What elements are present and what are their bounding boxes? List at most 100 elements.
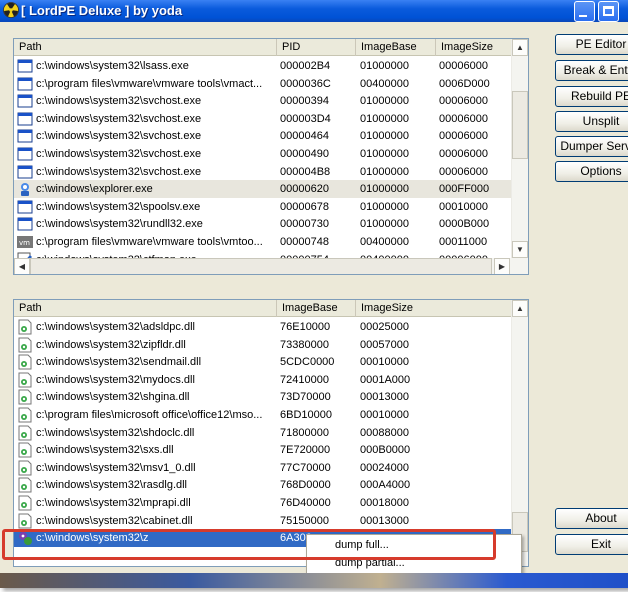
process-row[interactable]: c:\windows\system32\spoolsv.exe 00000678 0… xyxy=(14,198,511,216)
scroll-up-icon[interactable]: ▲ xyxy=(512,300,528,317)
module-row[interactable]: c:\windows\system32\sxs.dll 7E720000 000B0… xyxy=(14,441,511,459)
process-row[interactable]: c:\windows\system32\lsass.exe 000002B4 010… xyxy=(14,57,511,75)
dumper-server-button[interactable]: Dumper Server xyxy=(555,136,634,157)
cell-size: 00006000 xyxy=(439,148,488,160)
cell-base: 01000000 xyxy=(360,183,409,196)
dll-icon xyxy=(17,513,33,529)
cell-path: c:\windows\system32\msv1_0.dll xyxy=(36,461,196,474)
cell-base: 768D0000 xyxy=(280,479,331,492)
col-imagebase[interactable]: ImageBase xyxy=(356,39,436,56)
break-enter-button[interactable]: Break & Enter xyxy=(555,60,634,81)
cell-path: c:\windows\system32\svchost.exe xyxy=(36,112,202,125)
module-row[interactable]: c:\windows\system32\sendmail.dll 5CDC0000… xyxy=(14,353,511,371)
cell-base: 73380000 xyxy=(280,338,329,351)
cell-size: 00006000 xyxy=(439,130,488,143)
cell-size: 000FF000 xyxy=(439,183,490,196)
cell-path: c:\windows\system32\rundll32.exe xyxy=(36,218,203,231)
maximize-button[interactable] xyxy=(598,1,619,22)
col-path[interactable]: Path xyxy=(14,39,277,56)
cell-base: 7E720000 xyxy=(280,444,331,457)
cell-base: 72410000 xyxy=(280,373,329,386)
exe-window-icon xyxy=(17,93,33,109)
cell-pid: 00000748 xyxy=(280,236,329,248)
cell-size: 00006000 xyxy=(439,165,488,178)
cell-base: 76E10000 xyxy=(280,321,331,333)
rebuild-pe-button[interactable]: Rebuild PE xyxy=(555,86,634,107)
col-imagesize[interactable]: ImageSize xyxy=(436,39,512,56)
hscroll-thumb[interactable] xyxy=(30,258,492,274)
module-list-header: Path ImageBase ImageSize xyxy=(14,300,512,317)
module-row[interactable]: c:\windows\system32\msv1_0.dll 77C70000 00… xyxy=(14,459,511,477)
cell-base: 01000000 xyxy=(360,148,409,160)
module-row[interactable]: c:\windows\system32\adsldpc.dll 76E10000 0… xyxy=(14,318,511,336)
radiation-icon xyxy=(3,2,19,18)
process-row[interactable]: c:\windows\explorer.exe 00000620 01000000 0… xyxy=(14,180,511,199)
cell-path: c:\windows\system32\svchost.exe xyxy=(36,165,202,178)
process-row[interactable]: c:\windows\system32\svchost.exe 00000464 0… xyxy=(14,127,511,145)
cell-base: 6BD10000 xyxy=(280,409,332,421)
about-button[interactable]: About xyxy=(555,508,634,529)
cell-base: 00400000 xyxy=(360,236,409,248)
module-vscrollbar[interactable]: ▲ xyxy=(511,300,528,566)
scroll-thumb[interactable] xyxy=(512,91,528,159)
col-path[interactable]: Path xyxy=(14,300,277,317)
process-vscrollbar[interactable]: ▲ ▼ xyxy=(511,39,528,258)
dll-icon xyxy=(17,354,33,370)
cell-pid: 0000036C xyxy=(280,77,331,90)
cell-base: 75150000 xyxy=(280,514,329,527)
process-row[interactable]: c:\windows\system32\rundll32.exe 00000730… xyxy=(14,215,511,233)
col-pid[interactable]: PID xyxy=(277,39,356,56)
explorer-icon xyxy=(17,181,33,197)
col-imagesize[interactable]: ImageSize xyxy=(356,300,512,317)
options-button[interactable]: Options xyxy=(555,161,634,182)
dll-icon xyxy=(17,372,33,388)
cell-path: c:\program files\vmware\vmware tools\vma… xyxy=(36,77,263,90)
cell-pid: 000002B4 xyxy=(280,60,331,72)
process-list[interactable]: Path PID ImageBase ImageSize c:\windows\… xyxy=(13,38,529,275)
module-list[interactable]: Path ImageBase ImageSize c:\windows\syst… xyxy=(13,299,529,567)
process-row[interactable]: c:\windows\system32\svchost.exe 000003D4 0… xyxy=(14,110,511,128)
cell-path: c:\windows\system32\sendmail.dll xyxy=(36,356,202,369)
cell-size: 000A4000 xyxy=(360,479,411,492)
module-row[interactable]: c:\windows\system32\zipfldr.dll 73380000 0… xyxy=(14,336,511,354)
process-row[interactable]: vm c:\program files\vmware\vmware tools\v… xyxy=(14,233,511,251)
scroll-left-icon[interactable]: ◀ xyxy=(14,258,30,274)
process-row[interactable]: c:\windows\system32\svchost.exe 000004B8 0… xyxy=(14,163,511,181)
col-imagebase[interactable]: ImageBase xyxy=(277,300,356,317)
module-row[interactable]: c:\windows\system32\mydocs.dll 72410000 00… xyxy=(14,371,511,389)
cell-base: 73D70000 xyxy=(280,391,331,404)
cell-base: 01000000 xyxy=(360,200,409,213)
unsplit-button[interactable]: Unsplit xyxy=(555,111,634,132)
cell-path: c:\windows\system32\svchost.exe xyxy=(36,148,202,160)
cell-size: 00010000 xyxy=(360,409,409,421)
module-row[interactable]: c:\windows\system32\rasdlg.dll 768D0000 00… xyxy=(14,476,511,494)
process-row[interactable]: c:\windows\system32\svchost.exe 00000394 0… xyxy=(14,92,511,110)
title-bar[interactable]: [ LordPE Deluxe ] by yoda xyxy=(0,0,634,22)
scroll-up-icon[interactable]: ▲ xyxy=(512,39,528,56)
cell-pid: 00000678 xyxy=(280,200,329,213)
module-row[interactable]: c:\windows\system32\mprapi.dll 76D40000 00… xyxy=(14,494,511,512)
process-row[interactable]: c:\windows\system32\svchost.exe 00000490 0… xyxy=(14,145,511,163)
scroll-down-icon[interactable]: ▼ xyxy=(512,241,528,258)
pe-editor-button[interactable]: PE Editor xyxy=(555,34,634,55)
exe-window-icon xyxy=(17,216,33,232)
cell-pid: 00000730 xyxy=(280,218,329,231)
minimize-button[interactable] xyxy=(574,1,595,22)
cell-base: 71800000 xyxy=(280,426,329,439)
module-row[interactable]: c:\windows\system32\shdoclc.dll 71800000 0… xyxy=(14,424,511,442)
module-row[interactable]: c:\windows\system32\cabinet.dll 75150000 0… xyxy=(14,512,511,530)
annotation-highlight-box xyxy=(2,529,496,560)
cell-size: 0006D000 xyxy=(439,77,490,90)
dll-icon xyxy=(17,442,33,458)
cell-path: c:\windows\system32\mydocs.dll xyxy=(36,373,195,386)
process-hscrollbar[interactable]: ◀ ▶ xyxy=(14,258,528,274)
exit-button[interactable]: Exit xyxy=(555,534,634,555)
exe-window-icon xyxy=(17,76,33,92)
module-row[interactable]: c:\windows\system32\shgina.dll 73D70000 00… xyxy=(14,388,511,406)
process-row[interactable]: c:\program files\vmware\vmware tools\vma… xyxy=(14,75,511,93)
cell-path: c:\windows\system32\svchost.exe xyxy=(36,95,202,108)
cell-size: 00025000 xyxy=(360,321,409,333)
module-row[interactable]: c:\program files\microsoft office\office… xyxy=(14,406,511,424)
scroll-right-icon[interactable]: ▶ xyxy=(494,258,510,274)
cell-size: 000B0000 xyxy=(360,444,411,457)
